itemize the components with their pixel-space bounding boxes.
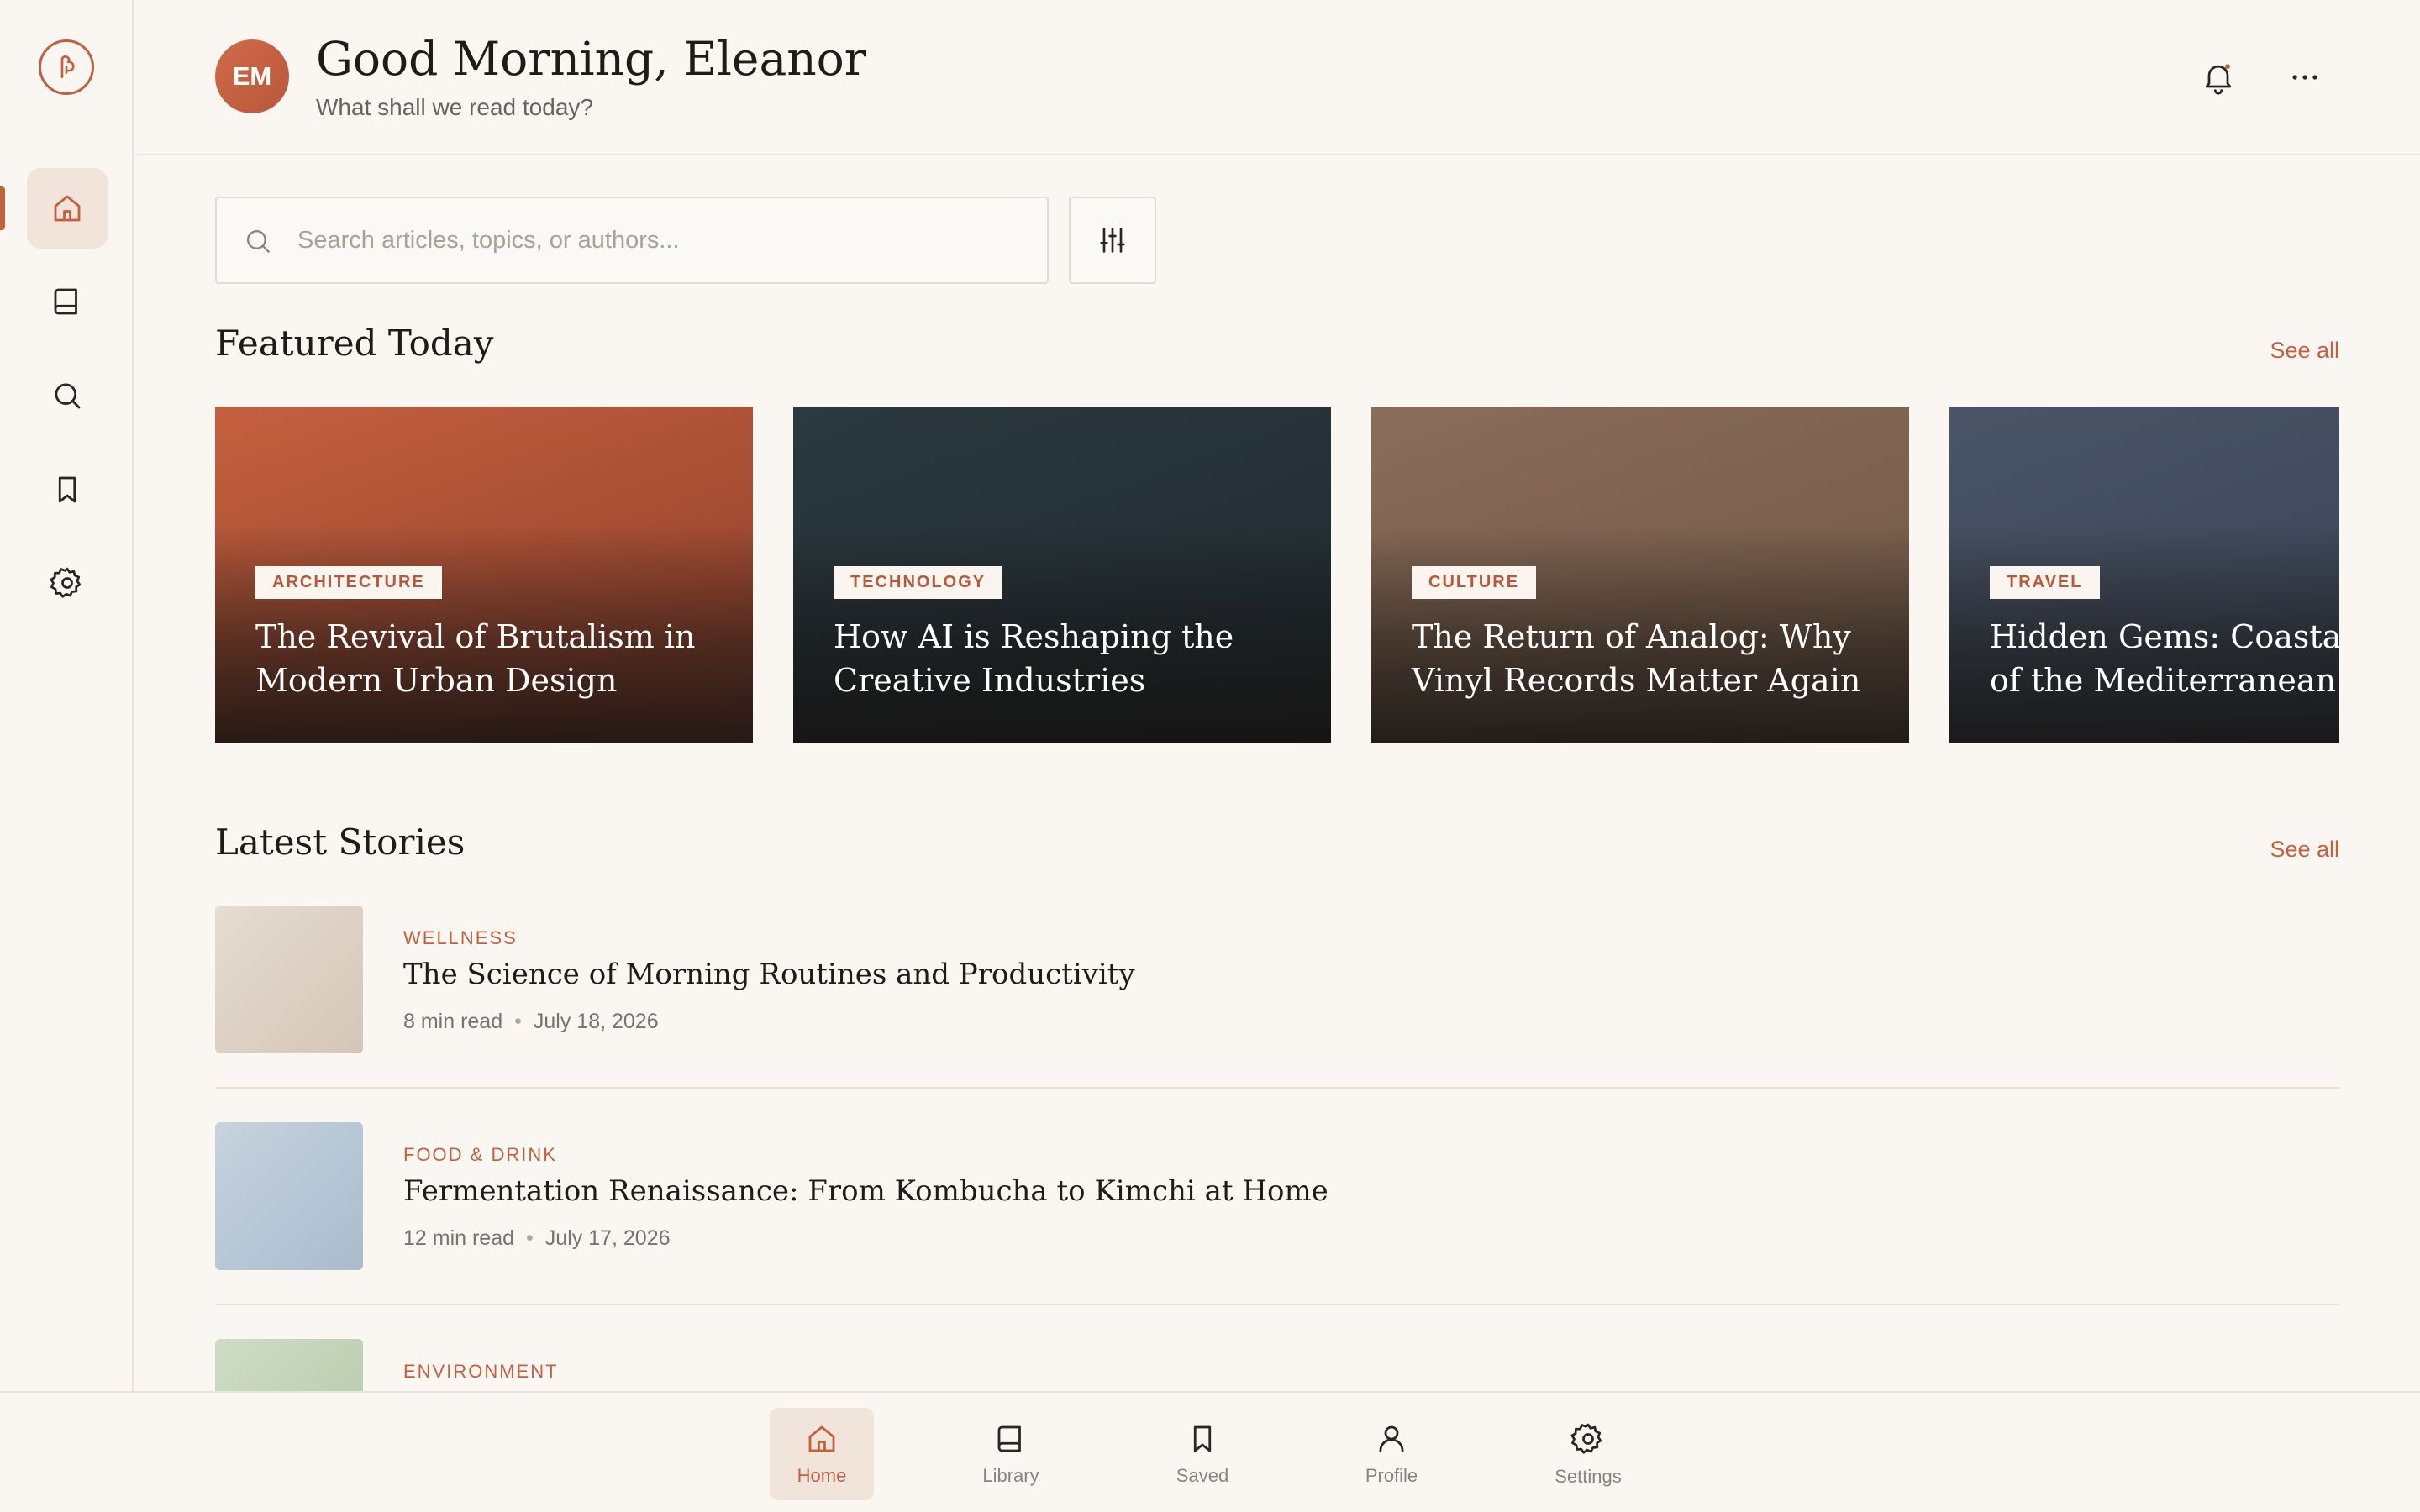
notifications-button[interactable]: [2188, 47, 2249, 108]
featured-carousel[interactable]: ARCHITECTURE The Revival of Brutalism in…: [215, 407, 2339, 743]
sidebar-item-home[interactable]: [27, 168, 108, 249]
bookmark-icon: [1193, 1425, 1212, 1452]
sliders-icon: [1100, 228, 1125, 253]
story-thumbnail: [215, 1122, 363, 1270]
sidebar-item-saved[interactable]: [27, 449, 108, 530]
featured-card-architecture[interactable]: ARCHITECTURE The Revival of Brutalism in…: [215, 407, 753, 743]
card-tag: ARCHITECTURE: [255, 566, 442, 599]
book-icon: [54, 288, 77, 315]
sidebar-item-search[interactable]: [27, 355, 108, 436]
book-icon: [997, 1425, 1021, 1452]
story-item[interactable]: WELLNESS The Science of Morning Routines…: [215, 906, 2339, 1122]
card-title: The Revival of Brutalism in Modern Urban…: [255, 618, 696, 699]
featured-card-culture[interactable]: CULTURE The Return of Analog: Why Vinyl …: [1371, 407, 1909, 743]
bottom-nav-label: Saved: [1176, 1465, 1229, 1486]
active-nav-indicator: [0, 186, 5, 230]
filter-button[interactable]: [1069, 197, 1156, 284]
bottom-nav-home[interactable]: Home: [770, 1408, 874, 1500]
search-icon: [246, 229, 270, 253]
story-thumbnail: [215, 906, 363, 1053]
story-meta: 12 min read • July 17, 2026: [403, 1226, 671, 1250]
latest-see-all-link[interactable]: See all: [2270, 837, 2339, 863]
user-icon: [1379, 1425, 1404, 1452]
featured-card-travel[interactable]: TRAVEL Hidden Gems: Coastal Towns of the…: [1949, 407, 2339, 743]
search-bar: [215, 197, 1049, 284]
featured-see-all-link[interactable]: See all: [2270, 338, 2339, 364]
story-item[interactable]: FOOD & DRINK Fermentation Renaissance: F…: [215, 1122, 2339, 1339]
story-category: WELLNESS: [403, 927, 518, 948]
app-logo[interactable]: [39, 39, 94, 95]
card-tag: TRAVEL: [1990, 566, 2100, 599]
story-title: Fermentation Renaissance: From Kombucha …: [403, 1174, 1328, 1208]
card-title: How AI is Reshaping the Creative Industr…: [834, 618, 1234, 699]
bottom-navigation: Home Library Saved Profile Settings: [0, 1391, 2420, 1512]
card-title: Hidden Gems: Coastal Towns of the Medite…: [1990, 618, 2339, 699]
latest-section-title: Latest Stories: [215, 822, 466, 863]
greeting-subtitle: What shall we read today?: [316, 94, 593, 120]
more-options-button[interactable]: [2275, 47, 2335, 108]
avatar[interactable]: EM: [215, 39, 289, 113]
bottom-nav-profile[interactable]: Profile: [1339, 1408, 1444, 1500]
bottom-nav-label: Library: [982, 1465, 1039, 1486]
search-icon: [55, 383, 81, 409]
story-category: FOOD & DRINK: [403, 1144, 557, 1165]
card-tag: TECHNOLOGY: [834, 566, 1003, 599]
bottom-nav-library[interactable]: Library: [959, 1408, 1063, 1500]
bottom-nav-saved[interactable]: Saved: [1150, 1408, 1255, 1500]
featured-section-title: Featured Today: [215, 323, 494, 364]
greeting-title: Good Morning, Eleanor: [316, 32, 867, 86]
divider: [215, 1304, 2339, 1305]
logo-icon: [60, 55, 75, 78]
bell-icon: [2205, 64, 2232, 95]
sidebar: [0, 0, 134, 1391]
story-meta: 8 min read • July 18, 2026: [403, 1010, 659, 1033]
featured-card-technology[interactable]: TECHNOLOGY How AI is Reshaping the Creat…: [793, 407, 1331, 743]
home-icon: [54, 195, 81, 222]
divider: [215, 1087, 2339, 1089]
search-input[interactable]: [297, 198, 1020, 282]
page-header: EM Good Morning, Eleanor What shall we r…: [135, 0, 2420, 155]
more-horizontal-icon: [2292, 75, 2317, 80]
gear-icon: [1570, 1423, 1602, 1454]
card-title: The Return of Analog: Why Vinyl Records …: [1412, 618, 1861, 699]
bottom-nav-label: Settings: [1555, 1466, 1622, 1487]
sidebar-item-library[interactable]: [27, 261, 108, 342]
card-tag: CULTURE: [1412, 566, 1537, 599]
story-category: ENVIRONMENT: [403, 1361, 559, 1382]
sidebar-item-settings[interactable]: [27, 543, 108, 623]
bottom-nav-label: Profile: [1365, 1465, 1418, 1486]
bottom-nav-label: Home: [797, 1465, 847, 1486]
gear-icon: [50, 567, 82, 598]
story-title: The Science of Morning Routines and Prod…: [403, 958, 1135, 991]
bottom-nav-settings[interactable]: Settings: [1536, 1408, 1640, 1500]
home-icon: [808, 1425, 835, 1452]
bookmark-icon: [58, 476, 76, 503]
